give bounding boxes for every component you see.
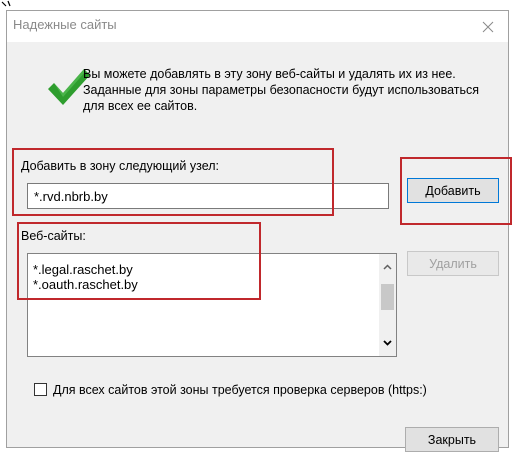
dialog-title: Надежные сайты	[13, 17, 117, 32]
scrollbar-thumb[interactable]	[381, 284, 394, 310]
list-scrollbar[interactable]	[379, 254, 396, 356]
websites-label: Веб-сайты:	[21, 229, 86, 243]
remove-button[interactable]: Удалить	[407, 251, 499, 276]
add-site-label: Добавить в зону следующий узел:	[21, 159, 220, 173]
list-item[interactable]: *.legal.raschet.by	[33, 262, 133, 277]
zone-description: Вы можете добавлять в эту зону веб-сайты…	[83, 67, 480, 113]
add-button[interactable]: Добавить	[407, 178, 499, 203]
close-button[interactable]: Закрыть	[405, 427, 499, 452]
chevron-down-icon[interactable]	[379, 334, 396, 351]
close-icon[interactable]	[468, 11, 508, 42]
add-site-input[interactable]	[27, 183, 389, 209]
websites-list[interactable]: *.legal.raschet.by *.oauth.raschet.by	[27, 253, 397, 357]
title-bar: Надежные сайты	[7, 11, 508, 42]
list-item[interactable]: *.oauth.raschet.by	[33, 277, 138, 292]
https-checkbox[interactable]	[34, 383, 47, 396]
https-checkbox-label: Для всех сайтов этой зоны требуется пров…	[53, 383, 427, 397]
trusted-sites-dialog: Надежные сайты Вы можете добавлять в эту…	[6, 10, 509, 452]
chevron-up-icon[interactable]	[379, 258, 396, 275]
